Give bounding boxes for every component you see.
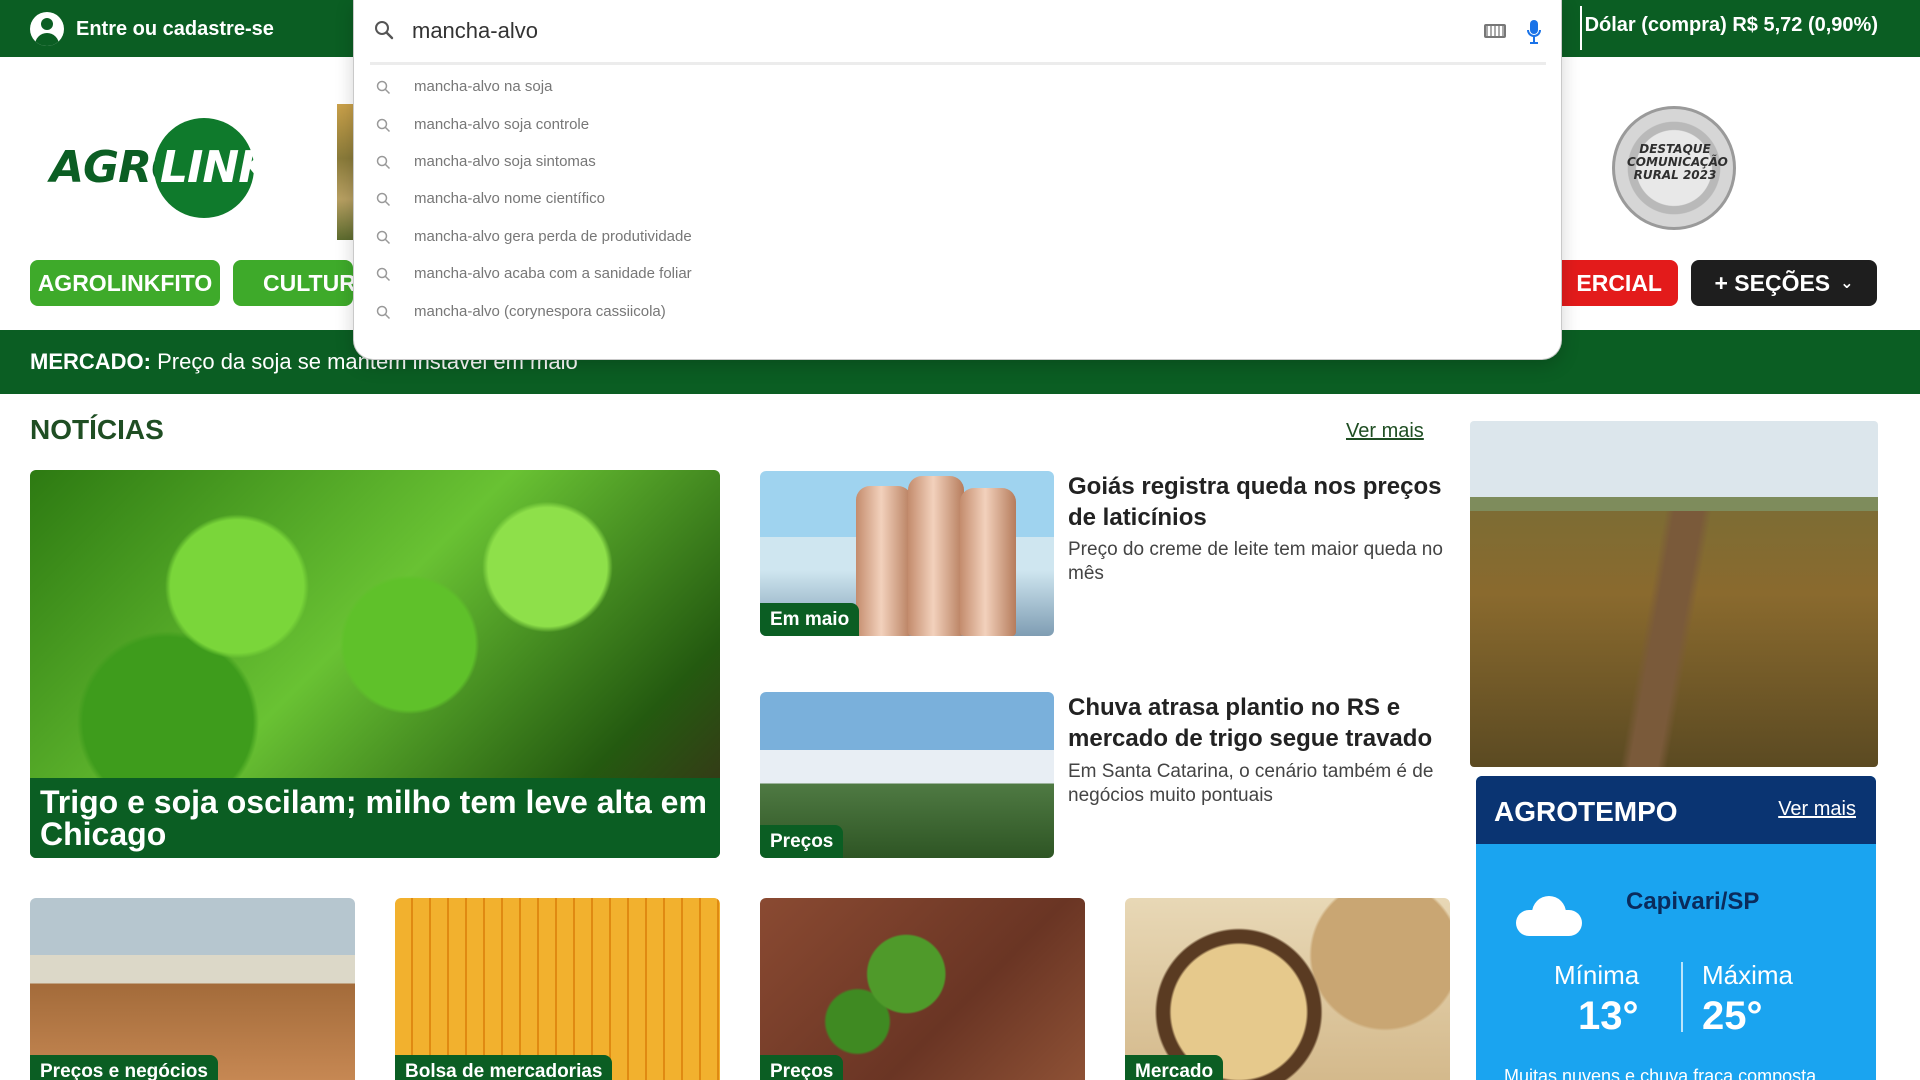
story-subtitle: Em Santa Catarina, o cenário também é de… (1068, 761, 1434, 806)
suggestion-text: mancha-alvo na soja (414, 78, 553, 95)
search-input[interactable] (412, 14, 1412, 48)
agrotempo-title: AGROTEMPO (1494, 796, 1678, 827)
soy-field-banner[interactable] (1470, 421, 1878, 767)
suggestion-text: mancha-alvo nome científico (414, 190, 605, 207)
microphone-icon[interactable] (1526, 19, 1542, 45)
nav-secoes-button[interactable]: + SEÇÕES ⌄ (1691, 260, 1877, 306)
search-suggestion[interactable]: mancha-alvo soja sintomas (354, 147, 1563, 177)
search-icon (376, 118, 391, 133)
search-suggestion[interactable]: mancha-alvo soja controle (354, 110, 1563, 140)
section-title: NOTÍCIAS (30, 414, 164, 445)
agrotempo-header: AGROTEMPO Ver mais (1476, 776, 1876, 844)
news-see-more-link[interactable]: Ver mais (1346, 420, 1424, 443)
max-temp-label: Máxima (1702, 960, 1794, 990)
story-tag: Preços (760, 825, 844, 858)
card-tag: Bolsa de mercadorias (395, 1055, 613, 1080)
divider (370, 62, 1546, 65)
search-icon (375, 21, 394, 40)
nav-secoes-label: + SEÇÕES (1714, 269, 1831, 296)
search-suggestion[interactable]: mancha-alvo nome científico (354, 184, 1563, 214)
story-title[interactable]: Chuva atrasa plantio no RS e mercado de … (1068, 692, 1448, 754)
search-suggestion[interactable]: mancha-alvo gera perda de produtividade (354, 222, 1563, 252)
chevron-down-icon: ⌄ (1840, 275, 1854, 292)
agrotempo-widget: AGROTEMPO Ver mais Capivari/SP Mínima 13… (1476, 776, 1876, 1080)
search-dropdown: mancha-alvo na soja mancha-alvo soja con… (353, 0, 1562, 360)
nav-agrolinkfito[interactable]: AGROLINKFITO (30, 260, 220, 306)
search-icon (376, 305, 391, 320)
divider (1681, 962, 1683, 1032)
card-tag: Preços e negócios (30, 1055, 218, 1080)
story-image-dairy[interactable]: Em maio (760, 471, 1054, 636)
suggestion-text: mancha-alvo soja controle (414, 116, 590, 133)
search-suggestion[interactable]: mancha-alvo na soja (354, 72, 1563, 102)
max-temp-value: 25° (1702, 994, 1763, 1038)
dollar-quote: Dólar (compra) R$ 5,72 (0,90%) (1584, 14, 1878, 36)
login-label: Entre ou cadastre-se (76, 17, 274, 40)
keyboard-icon[interactable] (1484, 24, 1506, 38)
award-seal-text: DESTAQUE COMUNICAÇÃO RURAL 2023 (1627, 142, 1728, 182)
search-icon (376, 267, 391, 282)
min-temp-value: 13° (1578, 994, 1639, 1038)
bottle-shape (856, 486, 912, 636)
suggestion-text: mancha-alvo gera perda de produtividade (414, 228, 692, 245)
news-card-corn[interactable]: Bolsa de mercadorias (395, 898, 720, 1080)
card-tag: Mercado (1125, 1055, 1224, 1080)
bottle-shape (908, 476, 964, 636)
agrolink-logo[interactable]: AGRO LINK (48, 116, 272, 220)
divider (1580, 6, 1582, 50)
main-story-headline: Trigo e soja oscilam; milho tem leve alt… (30, 778, 720, 858)
ticker-label: MERCADO: (30, 349, 151, 374)
search-suggestion[interactable]: mancha-alvo (corynespora cassiicola) (354, 297, 1563, 327)
news-card-beans[interactable]: Mercado (1125, 898, 1450, 1080)
search-bar (354, 0, 1563, 62)
cloud-icon (1516, 896, 1582, 936)
news-card-port[interactable]: Preços e negócios (30, 898, 355, 1080)
bottle-shape (960, 488, 1016, 636)
suggestion-text: mancha-alvo acaba com a sanidade foliar (414, 265, 692, 282)
user-icon (30, 12, 64, 46)
search-icon (376, 155, 391, 170)
story-title[interactable]: Goiás registra queda nos preços de latic… (1068, 471, 1448, 533)
search-icon (376, 80, 391, 95)
login-link[interactable]: Entre ou cadastre-se (30, 12, 274, 46)
weather-description: Muitas nuvens e chuva fraca composta (1504, 1066, 1817, 1080)
search-suggestion[interactable]: mancha-alvo acaba com a sanidade foliar (354, 259, 1563, 289)
story-tag: Em maio (760, 603, 860, 636)
weather-city[interactable]: Capivari/SP (1626, 888, 1759, 916)
suggestion-text: mancha-alvo soja sintomas (414, 153, 596, 170)
award-seal: DESTAQUE COMUNICAÇÃO RURAL 2023 (1612, 106, 1736, 230)
search-icon (376, 192, 391, 207)
card-tag: Preços (760, 1055, 844, 1080)
main-story-card[interactable]: Trigo e soja oscilam; milho tem leve alt… (30, 470, 720, 858)
nav-culturas[interactable]: CULTUR (233, 260, 353, 306)
news-card-sprout[interactable]: Preços (760, 898, 1085, 1080)
story-subtitle: Preço do creme de leite tem maior queda … (1068, 539, 1443, 584)
suggestion-text: mancha-alvo (corynespora cassiicola) (414, 303, 666, 320)
story-image-wheat[interactable]: Preços (760, 692, 1054, 858)
min-temp-label: Mínima (1554, 960, 1640, 990)
logo-text-right: LINK (160, 142, 272, 193)
agrotempo-see-more-link[interactable]: Ver mais (1778, 798, 1856, 821)
search-icon (376, 230, 391, 245)
page: Entre ou cadastre-se Dólar (compra) R$ 5… (0, 0, 1920, 1080)
